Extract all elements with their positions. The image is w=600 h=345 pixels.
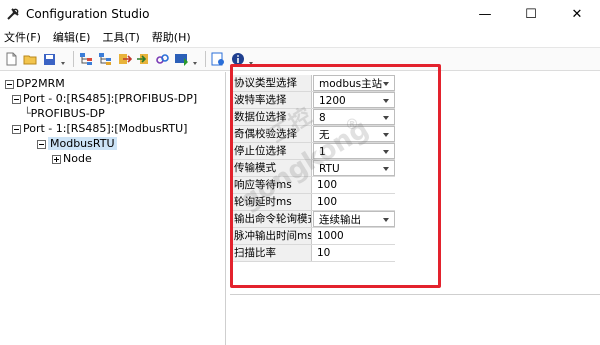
export-icon[interactable] xyxy=(135,51,152,68)
response-wait-field[interactable]: 100 xyxy=(312,177,394,193)
device-tree: DP2MRM Port - 0:[RS485]:[PROFIBUS-DP] └P… xyxy=(0,72,226,345)
save-icon[interactable] xyxy=(41,51,58,68)
open-folder-icon[interactable] xyxy=(22,51,39,68)
property-name: 输出命令轮询模式 xyxy=(232,211,312,227)
tree-connector: └ xyxy=(24,107,31,120)
minimize-button[interactable]: — xyxy=(462,0,508,28)
info-icon[interactable] xyxy=(229,51,246,68)
tree-item-label: Port - 1:[RS485]:[ModbusRTU] xyxy=(23,122,188,135)
property-pane: 协议类型选择 modbus主站 波特率选择 1200 数据位选择 8 奇偶校验选… xyxy=(227,72,600,345)
collapse-icon[interactable] xyxy=(12,124,21,134)
expand-icon[interactable] xyxy=(52,154,61,164)
property-row: 响应等待ms 100 xyxy=(232,177,395,194)
property-row: 输出命令轮询模式 连续输出 xyxy=(232,211,395,228)
menu-file[interactable]: 文件(F) xyxy=(4,29,41,45)
property-row: 停止位选择 1 xyxy=(232,143,395,160)
menu-bar: 文件(F) 编辑(E) 工具(T) 帮助(H) xyxy=(0,28,600,46)
menu-tools[interactable]: 工具(T) xyxy=(102,29,139,45)
output-poll-mode-select[interactable]: 连续输出 xyxy=(313,211,395,227)
property-row: 波特率选择 1200 xyxy=(232,92,395,109)
baudrate-select[interactable]: 1200 xyxy=(313,92,395,108)
menu-help[interactable]: 帮助(H) xyxy=(152,29,191,45)
property-name: 奇偶校验选择 xyxy=(232,126,312,142)
property-row: 脉冲输出时间ms 1000 xyxy=(232,228,395,245)
tools-icon xyxy=(7,8,19,20)
toolbar-separator xyxy=(205,51,206,67)
property-name: 脉冲输出时间ms xyxy=(232,228,312,244)
toolbar-separator xyxy=(73,51,74,67)
window-title: Configuration Studio xyxy=(26,7,150,21)
property-row: 协议类型选择 modbus主站 xyxy=(232,75,395,92)
properties-icon[interactable] xyxy=(210,51,227,68)
save-dropdown[interactable] xyxy=(60,51,66,68)
property-row: 扫描比率 10 xyxy=(232,245,395,262)
toolbar xyxy=(0,47,600,71)
pulse-output-time-field[interactable]: 1000 xyxy=(312,228,394,244)
property-name: 协议类型选择 xyxy=(232,75,312,91)
download-dropdown[interactable] xyxy=(192,51,198,68)
property-grid: 协议类型选择 modbus主站 波特率选择 1200 数据位选择 8 奇偶校验选… xyxy=(232,75,395,262)
tree-remove-icon[interactable] xyxy=(97,51,114,68)
tree-item-modbus[interactable]: ModbusRTU xyxy=(0,136,225,151)
transfer-mode-select[interactable]: RTU xyxy=(313,160,395,176)
menu-edit[interactable]: 编辑(E) xyxy=(53,29,91,45)
tree-item-port1[interactable]: Port - 1:[RS485]:[ModbusRTU] xyxy=(0,121,225,136)
tree-item-port0[interactable]: Port - 0:[RS485]:[PROFIBUS-DP] xyxy=(0,91,225,106)
collapse-icon[interactable] xyxy=(12,94,21,104)
property-row: 数据位选择 8 xyxy=(232,109,395,126)
import-icon[interactable] xyxy=(116,51,133,68)
tree-add-icon[interactable] xyxy=(78,51,95,68)
property-name: 波特率选择 xyxy=(232,92,312,108)
protocol-select[interactable]: modbus主站 xyxy=(313,75,395,91)
tree-item-label: Node xyxy=(63,152,92,165)
property-name: 数据位选择 xyxy=(232,109,312,125)
tree-item-label: Port - 0:[RS485]:[PROFIBUS-DP] xyxy=(23,92,198,105)
property-name: 响应等待ms xyxy=(232,177,312,193)
property-row: 轮询延时ms 100 xyxy=(232,194,395,211)
parity-select[interactable]: 无 xyxy=(313,126,395,142)
collapse-icon[interactable] xyxy=(37,139,46,149)
close-button[interactable]: ✕ xyxy=(554,0,600,28)
property-name: 传输模式 xyxy=(232,160,312,176)
tree-item-label: DP2MRM xyxy=(16,77,65,90)
title-bar: Configuration Studio — ☐ ✕ xyxy=(0,0,600,28)
tree-item-root[interactable]: DP2MRM xyxy=(0,76,225,91)
maximize-button[interactable]: ☐ xyxy=(508,0,554,28)
property-name: 停止位选择 xyxy=(232,143,312,159)
tree-item-label: PROFIBUS-DP xyxy=(30,107,105,120)
property-name: 轮询延时ms xyxy=(232,194,312,210)
pane-divider xyxy=(230,294,600,295)
databits-select[interactable]: 8 xyxy=(313,109,395,125)
stopbits-select[interactable]: 1 xyxy=(313,143,395,159)
info-dropdown[interactable] xyxy=(248,51,254,68)
property-row: 传输模式 RTU xyxy=(232,160,395,177)
scan-ratio-field[interactable]: 10 xyxy=(312,245,394,261)
poll-delay-field[interactable]: 100 xyxy=(312,194,394,210)
download-icon[interactable] xyxy=(173,51,190,68)
property-row: 奇偶校验选择 无 xyxy=(232,126,395,143)
collapse-icon[interactable] xyxy=(5,79,14,89)
new-file-icon[interactable] xyxy=(3,51,20,68)
tree-item-label: ModbusRTU xyxy=(48,137,117,150)
tree-item-node[interactable]: Node xyxy=(0,151,225,166)
link-icon[interactable] xyxy=(154,51,171,68)
tree-item-profibus[interactable]: └PROFIBUS-DP xyxy=(0,106,225,121)
property-name: 扫描比率 xyxy=(232,245,312,261)
